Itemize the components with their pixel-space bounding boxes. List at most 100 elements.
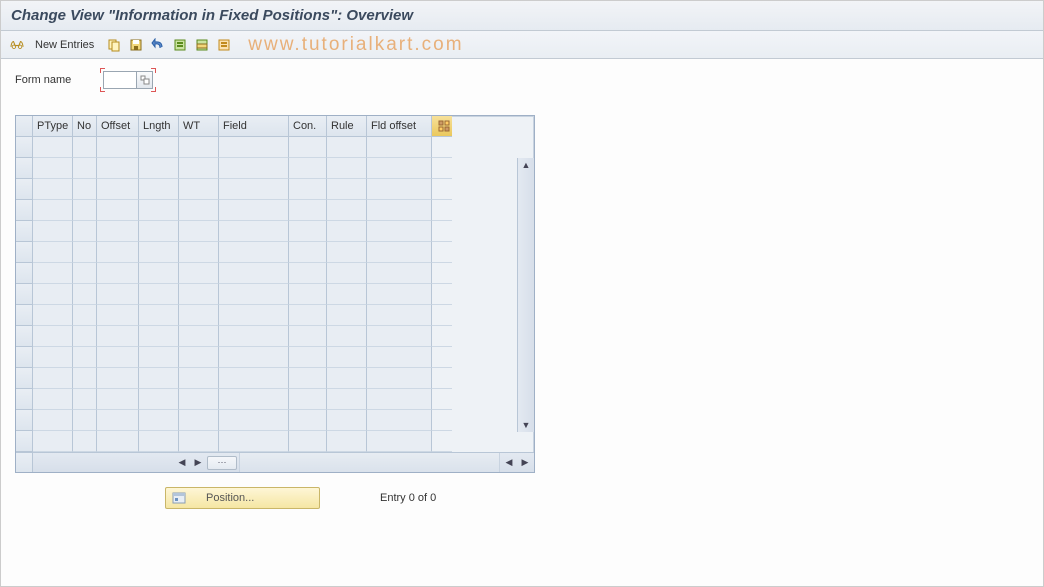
cell-field[interactable] (219, 389, 289, 410)
cell-fldoff[interactable] (367, 347, 432, 368)
cell-con[interactable] (289, 284, 327, 305)
cell-wt[interactable] (179, 326, 219, 347)
glasses-icon[interactable] (9, 37, 25, 53)
cell-con[interactable] (289, 389, 327, 410)
cell-lngth[interactable] (139, 263, 179, 284)
cell-con[interactable] (289, 347, 327, 368)
row-selector[interactable] (16, 368, 33, 389)
cell-wt[interactable] (179, 410, 219, 431)
cell-con[interactable] (289, 221, 327, 242)
cell-wt[interactable] (179, 242, 219, 263)
cell-no[interactable] (73, 410, 97, 431)
cell-no[interactable] (73, 263, 97, 284)
col-no[interactable]: No (73, 116, 97, 137)
cell-wt[interactable] (179, 368, 219, 389)
cell-field[interactable] (219, 410, 289, 431)
row-selector[interactable] (16, 263, 33, 284)
cell-fldoff[interactable] (367, 431, 432, 452)
cell-con[interactable] (289, 263, 327, 284)
col-offset[interactable]: Offset (97, 116, 139, 137)
scroll-left2-icon[interactable]: ◀ (502, 456, 516, 470)
col-wt[interactable]: WT (179, 116, 219, 137)
cell-wt[interactable] (179, 347, 219, 368)
cell-con[interactable] (289, 305, 327, 326)
deselect-icon[interactable] (216, 37, 232, 53)
cell-field[interactable] (219, 179, 289, 200)
position-button[interactable]: Position... (165, 487, 320, 509)
cell-fldoff[interactable] (367, 368, 432, 389)
cell-no[interactable] (73, 347, 97, 368)
cell-con[interactable] (289, 368, 327, 389)
cell-fldoff[interactable] (367, 137, 432, 158)
cell-no[interactable] (73, 326, 97, 347)
cell-no[interactable] (73, 368, 97, 389)
col-field[interactable]: Field (219, 116, 289, 137)
cell-fldoff[interactable] (367, 326, 432, 347)
cell-rule[interactable] (327, 431, 367, 452)
cell-rule[interactable] (327, 347, 367, 368)
cell-lngth[interactable] (139, 410, 179, 431)
scroll-right-icon[interactable]: ▶ (191, 456, 205, 470)
table-row[interactable] (16, 389, 534, 410)
cell-offset[interactable] (97, 326, 139, 347)
cell-offset[interactable] (97, 410, 139, 431)
table-row[interactable] (16, 242, 534, 263)
row-selector[interactable] (16, 347, 33, 368)
cell-offset[interactable] (97, 137, 139, 158)
table-row[interactable] (16, 158, 534, 179)
col-ptype[interactable]: PType (33, 116, 73, 137)
copy-icon[interactable] (106, 37, 122, 53)
select-block-icon[interactable] (194, 37, 210, 53)
cell-rule[interactable] (327, 158, 367, 179)
cell-rule[interactable] (327, 179, 367, 200)
cell-offset[interactable] (97, 431, 139, 452)
cell-ptype[interactable] (33, 137, 73, 158)
cell-rule[interactable] (327, 137, 367, 158)
cell-rule[interactable] (327, 284, 367, 305)
cell-fldoff[interactable] (367, 263, 432, 284)
select-all-icon[interactable] (172, 37, 188, 53)
cell-no[interactable] (73, 242, 97, 263)
cell-offset[interactable] (97, 347, 139, 368)
cell-ptype[interactable] (33, 410, 73, 431)
row-selector[interactable] (16, 410, 33, 431)
cell-no[interactable] (73, 389, 97, 410)
col-rule[interactable]: Rule (327, 116, 367, 137)
column-select-button[interactable]: ⋯ (207, 456, 237, 470)
row-selector[interactable] (16, 284, 33, 305)
cell-ptype[interactable] (33, 221, 73, 242)
cell-field[interactable] (219, 263, 289, 284)
cell-field[interactable] (219, 431, 289, 452)
cell-lngth[interactable] (139, 284, 179, 305)
cell-field[interactable] (219, 221, 289, 242)
cell-lngth[interactable] (139, 179, 179, 200)
cell-ptype[interactable] (33, 347, 73, 368)
cell-rule[interactable] (327, 200, 367, 221)
cell-ptype[interactable] (33, 242, 73, 263)
cell-field[interactable] (219, 200, 289, 221)
cell-con[interactable] (289, 326, 327, 347)
form-name-input[interactable] (103, 71, 137, 89)
cell-no[interactable] (73, 431, 97, 452)
cell-wt[interactable] (179, 137, 219, 158)
row-selector[interactable] (16, 179, 33, 200)
cell-ptype[interactable] (33, 158, 73, 179)
cell-no[interactable] (73, 221, 97, 242)
cell-fldoff[interactable] (367, 200, 432, 221)
scroll-down-icon[interactable]: ▼ (518, 418, 534, 432)
cell-lngth[interactable] (139, 305, 179, 326)
cell-lngth[interactable] (139, 368, 179, 389)
cell-wt[interactable] (179, 200, 219, 221)
cell-ptype[interactable] (33, 179, 73, 200)
row-selector[interactable] (16, 389, 33, 410)
row-selector[interactable] (16, 137, 33, 158)
cell-con[interactable] (289, 179, 327, 200)
row-selector[interactable] (16, 326, 33, 347)
cell-lngth[interactable] (139, 347, 179, 368)
cell-wt[interactable] (179, 305, 219, 326)
cell-rule[interactable] (327, 305, 367, 326)
table-row[interactable] (16, 305, 534, 326)
col-fldoff[interactable]: Fld offset (367, 116, 432, 137)
cell-lngth[interactable] (139, 389, 179, 410)
cell-lngth[interactable] (139, 200, 179, 221)
